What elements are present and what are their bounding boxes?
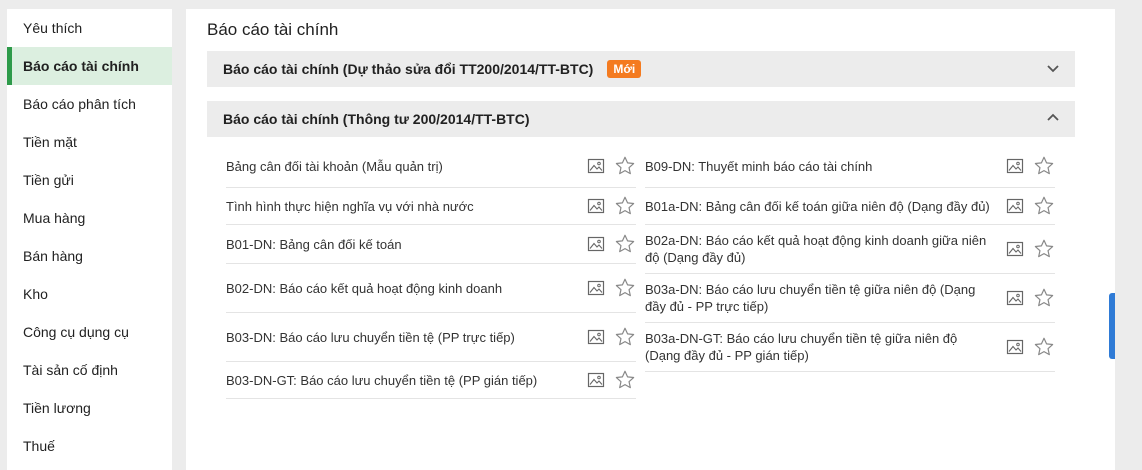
sidebar: Yêu thích Báo cáo tài chính Báo cáo phân… xyxy=(7,9,172,470)
image-icon[interactable] xyxy=(1006,240,1024,258)
sidebar-item-purchasing[interactable]: Mua hàng xyxy=(7,199,172,237)
report-name[interactable]: B03-DN-GT: Báo cáo lưu chuyển tiền tệ (P… xyxy=(226,372,571,389)
image-icon[interactable] xyxy=(587,371,605,389)
image-icon[interactable] xyxy=(587,328,605,346)
main-panel: Báo cáo tài chính Báo cáo tài chính (Dự … xyxy=(186,9,1115,470)
image-icon[interactable] xyxy=(587,157,605,175)
report-row[interactable]: B02a-DN: Báo cáo kết quả hoạt động kinh … xyxy=(645,225,1055,274)
sidebar-item-sales[interactable]: Bán hàng xyxy=(7,237,172,275)
report-row[interactable]: B03a-DN-GT: Báo cáo lưu chuyển tiền tệ g… xyxy=(645,323,1055,372)
report-row[interactable]: B03-DN-GT: Báo cáo lưu chuyển tiền tệ (P… xyxy=(226,362,636,399)
star-outline-icon[interactable] xyxy=(1033,195,1055,217)
page-title: Báo cáo tài chính xyxy=(207,20,339,39)
section-header-draft-tt200[interactable]: Báo cáo tài chính (Dự thảo sửa đổi TT200… xyxy=(207,51,1075,87)
sidebar-item-inventory[interactable]: Kho xyxy=(7,275,172,313)
report-name[interactable]: B03a-DN-GT: Báo cáo lưu chuyển tiền tệ g… xyxy=(645,330,990,364)
star-outline-icon[interactable] xyxy=(1033,336,1055,358)
sidebar-item-deposits[interactable]: Tiền gửi xyxy=(7,161,172,199)
section-title: Báo cáo tài chính (Thông tư 200/2014/TT-… xyxy=(223,111,530,127)
sidebar-item-tax[interactable]: Thuế xyxy=(7,427,172,465)
report-row[interactable]: Tình hình thực hiện nghĩa vụ với nhà nướ… xyxy=(226,188,636,225)
star-outline-icon[interactable] xyxy=(1033,155,1055,177)
sidebar-item-cash[interactable]: Tiền mặt xyxy=(7,123,172,161)
report-row[interactable]: B03a-DN: Báo cáo lưu chuyển tiền tệ giữa… xyxy=(645,274,1055,323)
report-name[interactable]: B02a-DN: Báo cáo kết quả hoạt động kinh … xyxy=(645,232,990,266)
report-row[interactable]: B01a-DN: Bảng cân đối kế toán giữa niên … xyxy=(645,188,1055,225)
report-list-right: B09-DN: Thuyết minh báo cáo tài chính B01… xyxy=(645,145,1055,372)
star-outline-icon[interactable] xyxy=(614,155,636,177)
report-name[interactable]: B01a-DN: Bảng cân đối kế toán giữa niên … xyxy=(645,198,990,215)
star-outline-icon[interactable] xyxy=(1033,238,1055,260)
report-row[interactable]: B02-DN: Báo cáo kết quả hoạt động kinh d… xyxy=(226,264,636,313)
report-row[interactable]: B01-DN: Bảng cân đối kế toán xyxy=(226,225,636,264)
star-outline-icon[interactable] xyxy=(1033,287,1055,309)
image-icon[interactable] xyxy=(587,235,605,253)
section-header-tt200[interactable]: Báo cáo tài chính (Thông tư 200/2014/TT-… xyxy=(207,101,1075,137)
report-name[interactable]: B01-DN: Bảng cân đối kế toán xyxy=(226,236,571,253)
image-icon[interactable] xyxy=(587,279,605,297)
star-outline-icon[interactable] xyxy=(614,326,636,348)
star-outline-icon[interactable] xyxy=(614,195,636,217)
image-icon[interactable] xyxy=(1006,338,1024,356)
report-name[interactable]: B03a-DN: Báo cáo lưu chuyển tiền tệ giữa… xyxy=(645,281,990,315)
image-icon[interactable] xyxy=(1006,289,1024,307)
sidebar-item-favorites[interactable]: Yêu thích xyxy=(7,9,172,47)
image-icon[interactable] xyxy=(1006,157,1024,175)
new-badge: Mới xyxy=(607,60,642,78)
chevron-up-icon[interactable] xyxy=(1045,110,1061,126)
report-row[interactable]: Bảng cân đối tài khoản (Mẫu quản trị) xyxy=(226,145,636,188)
scroll-handle[interactable] xyxy=(1109,293,1115,359)
star-outline-icon[interactable] xyxy=(614,277,636,299)
report-name[interactable]: B09-DN: Thuyết minh báo cáo tài chính xyxy=(645,158,990,175)
report-row[interactable]: B09-DN: Thuyết minh báo cáo tài chính xyxy=(645,145,1055,188)
star-outline-icon[interactable] xyxy=(614,369,636,391)
sidebar-item-analysis-reports[interactable]: Báo cáo phân tích xyxy=(7,85,172,123)
report-name[interactable]: B03-DN: Báo cáo lưu chuyển tiền tệ (PP t… xyxy=(226,329,571,346)
report-name[interactable]: Bảng cân đối tài khoản (Mẫu quản trị) xyxy=(226,158,571,175)
sidebar-item-financial-reports[interactable]: Báo cáo tài chính xyxy=(7,47,172,85)
report-name[interactable]: B02-DN: Báo cáo kết quả hoạt động kinh d… xyxy=(226,280,571,297)
sidebar-item-tools[interactable]: Công cụ dụng cụ xyxy=(7,313,172,351)
sidebar-item-payroll[interactable]: Tiền lương xyxy=(7,389,172,427)
report-list-left: Bảng cân đối tài khoản (Mẫu quản trị) Tìn… xyxy=(226,145,636,399)
chevron-down-icon[interactable] xyxy=(1045,60,1061,76)
image-icon[interactable] xyxy=(1006,197,1024,215)
report-name[interactable]: Tình hình thực hiện nghĩa vụ với nhà nướ… xyxy=(226,198,571,215)
image-icon[interactable] xyxy=(587,197,605,215)
sidebar-item-fixed-assets[interactable]: Tài sản cố định xyxy=(7,351,172,389)
section-title: Báo cáo tài chính (Dự thảo sửa đổi TT200… xyxy=(223,61,594,77)
star-outline-icon[interactable] xyxy=(614,233,636,255)
report-row[interactable]: B03-DN: Báo cáo lưu chuyển tiền tệ (PP t… xyxy=(226,313,636,362)
